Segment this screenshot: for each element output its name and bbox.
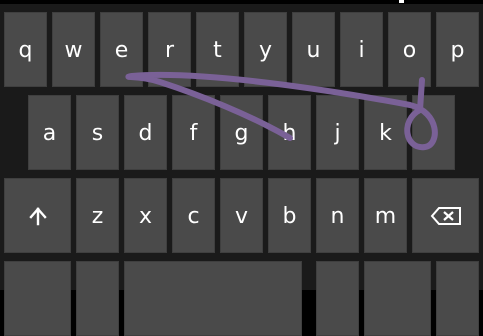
key-t[interactable]: t [196, 12, 239, 87]
key-v[interactable]: v [220, 178, 263, 253]
key-d[interactable]: d [124, 95, 167, 170]
key-label: n [330, 203, 345, 229]
key-i[interactable]: i [340, 12, 383, 87]
key-label: r [164, 37, 175, 63]
key-e[interactable]: e [100, 12, 143, 87]
key-label: j [334, 120, 341, 146]
key-label: h [282, 120, 297, 146]
key-o[interactable]: o [388, 12, 431, 87]
key-b[interactable]: b [268, 178, 311, 253]
shift-arrow-icon [28, 206, 48, 226]
key-label: v [234, 203, 249, 229]
key-label: p [450, 37, 465, 63]
emoji-key[interactable] [76, 261, 119, 336]
key-l[interactable]: l [412, 95, 455, 170]
on-screen-keyboard: q w e r t y u i o p a s d f g h j k l z … [0, 0, 483, 336]
key-label: a [42, 120, 57, 146]
key-m[interactable]: m [364, 178, 407, 253]
enter-key[interactable] [364, 261, 431, 336]
key-label: t [213, 37, 222, 63]
key-label: m [374, 203, 397, 229]
key-a[interactable]: a [28, 95, 71, 170]
key-w[interactable]: w [52, 12, 95, 87]
key-label: f [189, 120, 198, 146]
backspace-icon [430, 206, 462, 226]
key-x[interactable]: x [124, 178, 167, 253]
numbers-key[interactable] [4, 261, 71, 336]
key-s[interactable]: s [76, 95, 119, 170]
key-q[interactable]: q [4, 12, 47, 87]
key-label: u [306, 37, 321, 63]
key-r[interactable]: r [148, 12, 191, 87]
key-label: s [91, 120, 104, 146]
key-z[interactable]: z [76, 178, 119, 253]
top-indicator [399, 0, 404, 3]
key-label: x [138, 203, 153, 229]
key-p[interactable]: p [436, 12, 479, 87]
key-label: w [64, 37, 83, 63]
key-label: b [282, 203, 297, 229]
key-u[interactable]: u [292, 12, 335, 87]
key-label: c [187, 203, 200, 229]
space-key[interactable] [124, 261, 302, 336]
key-label: y [258, 37, 273, 63]
key-label: o [402, 37, 417, 63]
key-k[interactable]: k [364, 95, 407, 170]
key-label: z [91, 203, 104, 229]
key-y[interactable]: y [244, 12, 287, 87]
key-label: d [138, 120, 153, 146]
period-key[interactable] [316, 261, 359, 336]
key-j[interactable]: j [316, 95, 359, 170]
key-label: g [234, 120, 249, 146]
key-label: q [18, 37, 33, 63]
shift-key[interactable] [4, 178, 71, 253]
key-label: i [358, 37, 365, 63]
extra-key[interactable] [436, 261, 479, 336]
key-g[interactable]: g [220, 95, 263, 170]
backspace-key[interactable] [412, 178, 479, 253]
keyboard-top-edge [0, 0, 483, 4]
key-label: k [379, 120, 392, 146]
key-c[interactable]: c [172, 178, 215, 253]
key-label: e [114, 37, 129, 63]
key-f[interactable]: f [172, 95, 215, 170]
key-n[interactable]: n [316, 178, 359, 253]
key-h[interactable]: h [268, 95, 311, 170]
